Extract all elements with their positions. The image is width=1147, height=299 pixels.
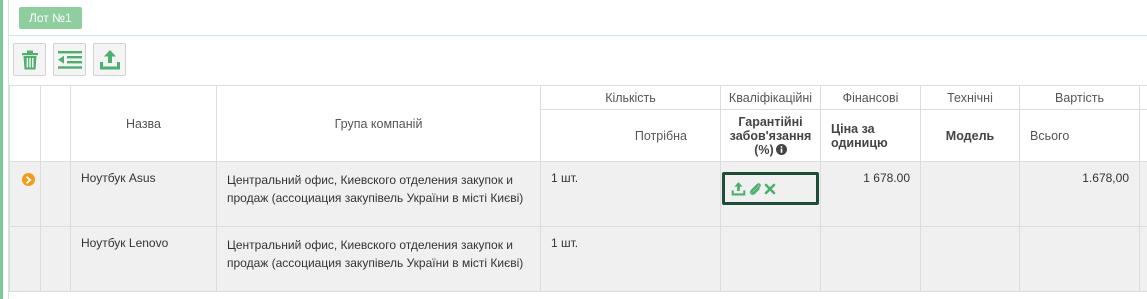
qualification-group-header: Кваліфікаційні xyxy=(720,85,821,110)
close-icon[interactable] xyxy=(764,183,776,195)
item-name-cell: Ноутбук Asus xyxy=(70,161,217,227)
item-name-cell: Ноутбук Lenovo xyxy=(70,226,217,292)
company-group-cell: Центральний офис, Киевского отделения за… xyxy=(216,161,541,227)
guarantee-header-line1: Гарантійні xyxy=(738,114,803,129)
technical-group-header: Технічні xyxy=(920,85,1020,110)
upload-icon[interactable] xyxy=(731,181,746,196)
model-cell[interactable] xyxy=(920,226,1020,292)
lot-items-table: Назва Група компаній Кількість Кваліфіка… xyxy=(9,85,1147,292)
toolbar xyxy=(13,43,126,76)
unit-price-header-line1: Ціна за xyxy=(831,121,875,136)
company-group-header[interactable]: Група компаній xyxy=(216,85,541,162)
paperclip-icon[interactable] xyxy=(748,182,762,196)
overflow-subheader xyxy=(1139,109,1147,162)
overflow-cell xyxy=(1139,226,1147,292)
company-group-cell: Центральний офис, Киевского отделения за… xyxy=(216,226,541,292)
list-outdent-icon xyxy=(57,50,82,69)
table-row[interactable]: Ноутбук Lenovo Центральний офис, Киевско… xyxy=(9,226,1147,292)
guarantee-cell-active[interactable] xyxy=(722,172,819,205)
financial-group-header: Фінансові xyxy=(820,85,921,110)
row-selected-indicator[interactable] xyxy=(22,173,35,186)
chevron-right-icon xyxy=(25,175,32,184)
guarantee-header-line3: (%) xyxy=(754,142,774,157)
total-header[interactable]: Всього xyxy=(1019,109,1140,162)
quantity-group-header: Кількість xyxy=(540,85,721,110)
blank-cell xyxy=(40,161,71,227)
unit-price-header[interactable]: Ціна за одиницю xyxy=(820,109,921,162)
unit-price-cell[interactable] xyxy=(820,226,921,292)
blank-header xyxy=(40,85,71,162)
info-icon[interactable] xyxy=(775,144,787,155)
unit-price-cell[interactable]: 1 678.00 xyxy=(820,161,921,227)
total-cell: 1.678,00 xyxy=(1019,161,1140,227)
delete-button[interactable] xyxy=(13,43,46,76)
overflow-cell xyxy=(1139,161,1147,227)
cost-group-header: Вартість xyxy=(1019,85,1140,110)
trash-icon xyxy=(21,50,38,69)
blank-cell xyxy=(40,226,71,292)
guarantee-cell[interactable] xyxy=(720,226,821,292)
upload-button[interactable] xyxy=(93,43,126,76)
tab-divider xyxy=(9,35,1147,36)
total-cell xyxy=(1019,226,1140,292)
guarantee-header-line2: забов'язання xyxy=(729,128,812,143)
overflow-header xyxy=(1139,85,1147,110)
name-header[interactable]: Назва xyxy=(70,85,217,162)
model-header[interactable]: Модель xyxy=(920,109,1020,162)
selector-header xyxy=(9,85,41,162)
table-row[interactable]: Ноутбук Asus Центральний офис, Киевского… xyxy=(9,161,1147,227)
outdent-button[interactable] xyxy=(53,43,86,76)
upload-icon xyxy=(99,49,120,69)
quantity-required-header[interactable]: Потрібна xyxy=(540,109,721,162)
left-border xyxy=(0,0,3,299)
row-selector-cell[interactable] xyxy=(9,161,41,227)
guarantee-cell[interactable] xyxy=(720,161,821,227)
quantity-cell: 1 шт. xyxy=(540,161,721,227)
lot-tab[interactable]: Лот №1 xyxy=(19,7,82,29)
unit-price-header-line2: одиницю xyxy=(831,135,888,150)
model-cell[interactable] xyxy=(920,161,1020,227)
quantity-cell: 1 шт. xyxy=(540,226,721,292)
guarantee-header[interactable]: Гарантійні забов'язання (%) xyxy=(720,109,821,162)
row-selector-cell[interactable] xyxy=(9,226,41,292)
